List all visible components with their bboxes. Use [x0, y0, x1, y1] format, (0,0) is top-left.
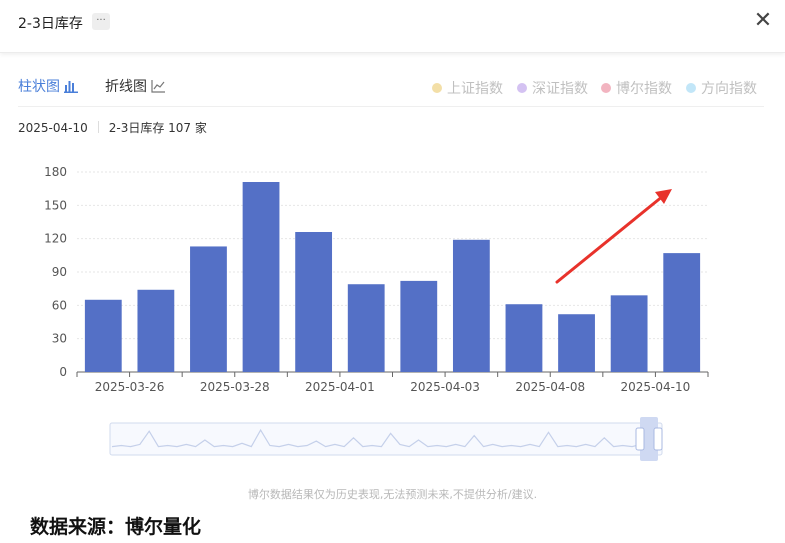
- y-tick-label: 120: [44, 232, 67, 246]
- legend-item-direction[interactable]: 方向指数: [686, 78, 757, 98]
- bar: [84, 299, 122, 372]
- x-tick-label: 2025-03-26: [95, 380, 165, 394]
- bar-chart: 0 30 60 90 120 150 180 2025-03-26 2025-03-28 2025…: [44, 165, 709, 461]
- bar: [295, 232, 333, 372]
- tab-line-chart-label: 折线图: [105, 79, 147, 95]
- line-chart-icon: [151, 80, 165, 93]
- arrow-annotation: [555, 194, 665, 284]
- legend-dot-icon: [517, 83, 527, 93]
- bar: [347, 284, 385, 372]
- legend-label: 深证指数: [532, 81, 588, 97]
- zoom-handle-right[interactable]: [653, 427, 663, 451]
- tab-bar-chart-label: 柱状图: [18, 79, 60, 95]
- close-icon[interactable]: ✕: [752, 10, 774, 32]
- legend-label: 上证指数: [447, 81, 503, 97]
- dialog-header: 2-3日库存 ··· ✕: [0, 0, 785, 53]
- x-tick-label: 2025-04-10: [621, 380, 691, 394]
- bar: [400, 280, 438, 372]
- bar: [558, 314, 595, 372]
- selected-date: 2025-04-10: [18, 121, 88, 135]
- y-tick-label: 150: [44, 198, 67, 212]
- legend-dot-icon: [601, 83, 611, 93]
- bar: [137, 289, 175, 372]
- y-tick-label: 180: [44, 165, 67, 179]
- bar: [242, 182, 280, 372]
- legend-item-shenzhen[interactable]: 深证指数: [517, 78, 588, 98]
- y-tick-label: 30: [52, 332, 67, 346]
- tab-line-chart[interactable]: 折线图: [105, 76, 166, 96]
- legend-label: 博尔指数: [616, 81, 672, 97]
- y-tick-label: 0: [59, 365, 67, 379]
- legend-item-boer[interactable]: 博尔指数: [601, 78, 672, 98]
- selected-info: 2025-04-10 2-3日库存 107 家: [18, 119, 207, 136]
- zoom-handle-left[interactable]: [635, 427, 645, 451]
- x-tick-label: 2025-03-28: [200, 380, 270, 394]
- dialog-title: 2-3日库存: [18, 16, 83, 32]
- divider: [18, 106, 764, 107]
- y-tick-label: 60: [52, 298, 67, 312]
- legend-dot-icon: [432, 83, 442, 93]
- bar: [663, 253, 701, 372]
- info-separator: [97, 121, 99, 133]
- more-options-button[interactable]: ···: [92, 13, 110, 30]
- data-source-label: 数据来源：博尔量化: [30, 516, 202, 538]
- bar: [505, 304, 543, 372]
- bar: [610, 295, 648, 372]
- disclaimer-text: 博尔数据结果仅为历史表现,无法预测未来,不提供分析/建议.: [247, 488, 538, 501]
- bar: [452, 239, 490, 372]
- legend-label: 方向指数: [701, 81, 757, 97]
- bar: [190, 246, 227, 372]
- legend-dot-icon: [686, 83, 696, 93]
- tab-bar-chart[interactable]: 柱状图: [18, 76, 78, 96]
- x-tick-label: 2025-04-01: [305, 380, 375, 394]
- x-tick-label: 2025-04-03: [410, 380, 480, 394]
- bar-chart-icon: [64, 81, 78, 93]
- x-tick-label: 2025-04-08: [515, 380, 585, 394]
- y-tick-label: 90: [52, 265, 67, 279]
- legend-item-shanghai[interactable]: 上证指数: [432, 78, 503, 98]
- selected-value-text: 2-3日库存 107 家: [108, 121, 207, 135]
